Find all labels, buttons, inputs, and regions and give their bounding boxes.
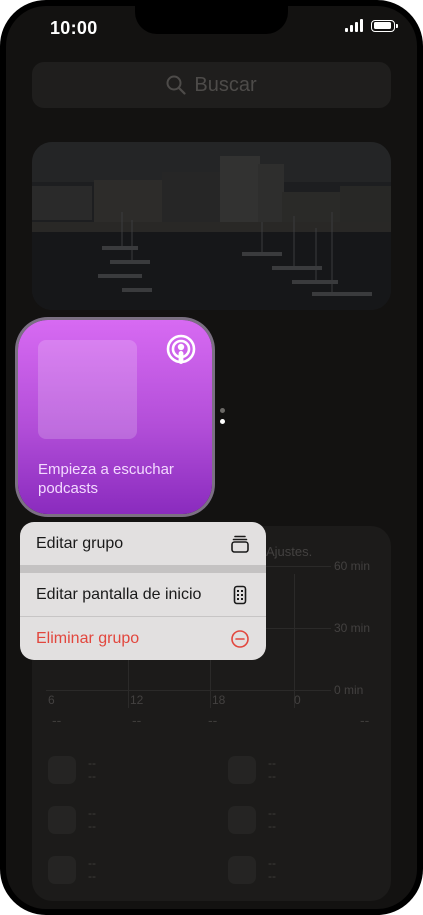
- status-icons: [345, 19, 398, 32]
- menu-item-remove-stack[interactable]: Eliminar grupo: [20, 617, 266, 660]
- signal-icon: [345, 19, 363, 32]
- notch: [135, 6, 288, 34]
- status-time: 10:00: [50, 18, 98, 38]
- app-icon: [228, 856, 256, 884]
- menu-item-edit-stack[interactable]: Editar grupo: [20, 522, 266, 566]
- menu-item-label: Editar grupo: [36, 535, 124, 552]
- app-icon: [48, 756, 76, 784]
- x-label: 18: [212, 693, 226, 707]
- harbor-photo: [32, 142, 391, 310]
- home-screen: 10:00 Buscar Ajustes. 60 min 30 min 0 mi…: [6, 6, 417, 909]
- screen-time-hint: Ajustes.: [266, 544, 313, 559]
- app-time: --: [88, 769, 96, 783]
- app-icon: [228, 756, 256, 784]
- app-usage-item: -- --: [228, 806, 276, 834]
- podcast-artwork-placeholder: [38, 340, 137, 439]
- podcasts-widget[interactable]: Empieza a escuchar podcasts: [18, 320, 212, 514]
- app-time: --: [88, 819, 96, 833]
- y-label: 30 min: [334, 621, 371, 635]
- phone-icon: [233, 585, 247, 605]
- phone-frame: 10:00 Buscar Ajustes. 60 min 30 min 0 mi…: [0, 0, 423, 915]
- podcasts-icon: [166, 334, 196, 364]
- minus-circle-icon: [231, 630, 249, 648]
- menu-item-edit-home-screen[interactable]: Editar pantalla de inicio: [20, 573, 266, 617]
- widget-caption: Empieza a escuchar podcasts: [38, 461, 174, 497]
- battery-icon: [371, 19, 398, 32]
- x-label: 0: [294, 693, 301, 707]
- app-usage-item: -- --: [48, 756, 96, 784]
- y-label: 60 min: [334, 559, 371, 573]
- app-time: --: [88, 869, 96, 883]
- menu-item-label: Eliminar grupo: [36, 630, 140, 647]
- page-dot: [220, 408, 225, 413]
- app-time: --: [268, 819, 276, 833]
- x-label: 12: [130, 693, 144, 707]
- summary-value: --: [132, 712, 142, 728]
- search-icon: [166, 75, 186, 95]
- menu-item-label: Editar pantalla de inicio: [36, 586, 202, 603]
- grid-line: [294, 574, 295, 708]
- context-menu: Editar grupo Editar pantalla de inicio E…: [20, 522, 266, 660]
- grid-line: [46, 690, 331, 691]
- photo-widget[interactable]: [32, 142, 391, 310]
- summary-value: --: [52, 712, 62, 728]
- app-usage-item: -- --: [48, 806, 96, 834]
- y-label: 0 min: [334, 683, 364, 697]
- x-label: 6: [48, 693, 55, 707]
- menu-divider: [20, 565, 266, 573]
- app-icon: [48, 806, 76, 834]
- search-bar[interactable]: Buscar: [32, 62, 391, 108]
- app-icon: [228, 806, 256, 834]
- stack-icon: [231, 535, 249, 553]
- app-usage-item: -- --: [48, 856, 96, 884]
- app-time: --: [268, 769, 276, 783]
- search-placeholder: Buscar: [194, 73, 257, 96]
- app-icon: [48, 856, 76, 884]
- app-usage-item: -- --: [228, 856, 276, 884]
- app-usage-item: -- --: [228, 756, 276, 784]
- summary-value: --: [360, 712, 370, 728]
- app-time: --: [268, 869, 276, 883]
- page-dot-current: [220, 419, 225, 424]
- summary-value: --: [208, 712, 218, 728]
- page-indicator[interactable]: [220, 408, 225, 424]
